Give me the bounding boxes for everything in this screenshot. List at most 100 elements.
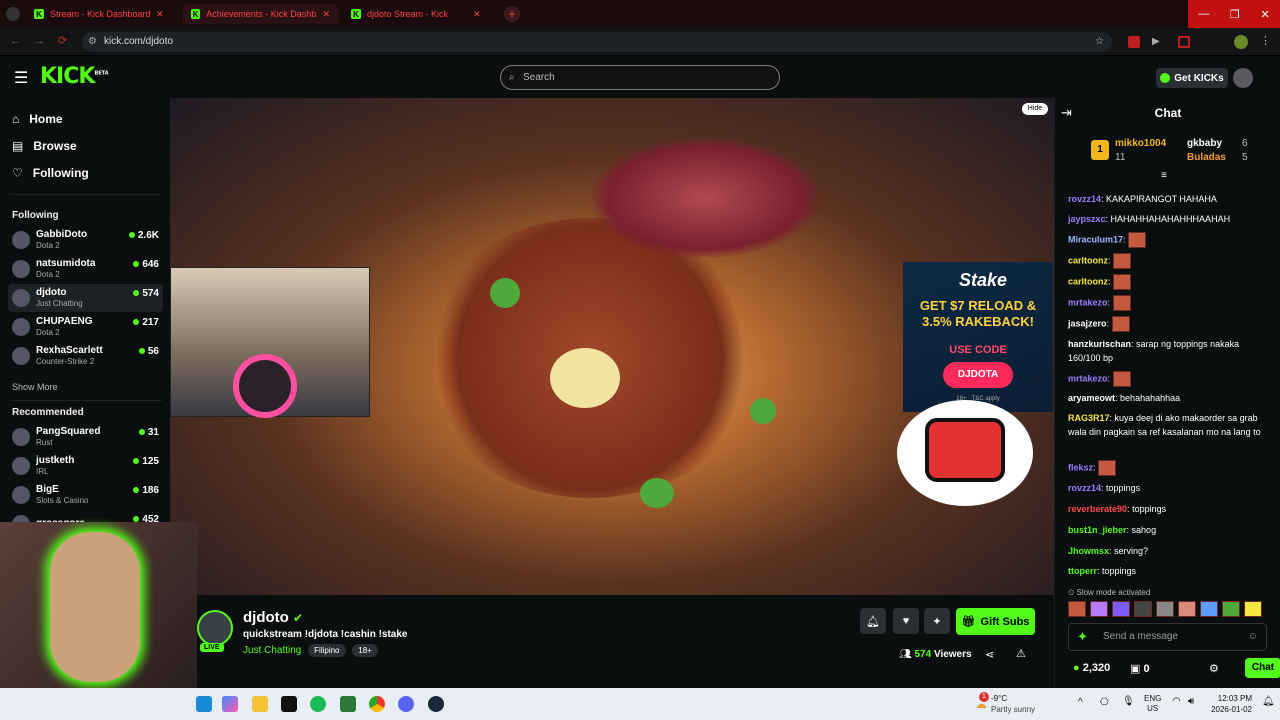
channel-item[interactable]: BigE Slots & Casino 186 [8, 481, 163, 509]
back-icon[interactable]: ← [10, 35, 21, 47]
spotify-icon[interactable] [310, 696, 326, 712]
edge-icon[interactable] [196, 696, 212, 712]
close-icon[interactable]: ✕ [473, 9, 481, 20]
channel-item[interactable]: CHUPAENG Dota 2 217 [8, 313, 163, 341]
filter-icon[interactable]: ≡ [1161, 170, 1167, 181]
browser-menu-icon[interactable] [6, 7, 20, 21]
gift-balance[interactable]: ▣ 0 [1130, 662, 1150, 675]
follow-heart-button[interactable]: ♥ [893, 608, 919, 634]
forward-icon[interactable]: → [34, 35, 45, 47]
search-input[interactable]: ⌕ Search [500, 65, 780, 90]
nav-following[interactable]: ♡ Following [12, 166, 89, 180]
emoji-icon[interactable]: ☺ [1248, 624, 1258, 650]
emote-icon[interactable] [1134, 601, 1152, 617]
language-indicator[interactable]: ENG US [1144, 694, 1161, 714]
chat-username[interactable]: Jhowmsx [1068, 546, 1109, 556]
kicks-balance[interactable]: ● 2,320 [1073, 662, 1110, 674]
channel-item[interactable]: GabbiDoto Dota 2 2.6K [8, 226, 163, 254]
share-icon[interactable]: ⋖ [985, 648, 994, 661]
extension-icon[interactable]: ▶ [1152, 36, 1160, 47]
tag[interactable]: 18+ [352, 644, 378, 657]
minimize-icon[interactable]: — [1198, 8, 1209, 20]
window-close-icon[interactable]: ✕ [1260, 8, 1269, 21]
emote-icon[interactable] [1178, 601, 1196, 617]
emote-icon[interactable] [1156, 601, 1174, 617]
chat-settings-gear-icon[interactable]: ⚙ [1209, 662, 1219, 675]
tray-chevron-icon[interactable]: ^ [1078, 697, 1083, 708]
maximize-icon[interactable]: ❐ [1230, 8, 1240, 21]
chat-username[interactable]: mrtakezo [1068, 373, 1108, 383]
close-icon[interactable]: ✕ [156, 9, 164, 20]
sparkle-button[interactable]: ✦ [924, 608, 950, 634]
category-link[interactable]: Just Chatting [243, 645, 301, 656]
chat-username[interactable]: mrtakezo [1068, 297, 1108, 307]
chat-username[interactable]: ttoperr [1068, 566, 1097, 576]
user-avatar[interactable] [1233, 68, 1253, 88]
volume-icon[interactable]: 🔊︎ [1188, 696, 1194, 707]
emote-icon[interactable] [1244, 601, 1262, 617]
chat-username[interactable]: fleksz [1068, 462, 1093, 472]
emote-icon[interactable] [1068, 601, 1086, 617]
discord-icon[interactable] [398, 696, 414, 712]
show-more-link[interactable]: Show More [12, 382, 58, 392]
steam-icon[interactable] [428, 696, 444, 712]
tiktok-icon[interactable] [281, 696, 297, 712]
tag[interactable]: Filipino [308, 644, 346, 657]
channel-item[interactable]: djdoto Just Chatting 574 [8, 284, 163, 312]
send-chat-button[interactable]: Chat [1245, 658, 1280, 678]
chat-username[interactable]: aryameowt [1068, 393, 1115, 403]
chat-username[interactable]: rovzz14 [1068, 194, 1101, 204]
chat-username[interactable]: Miraculum17 [1068, 234, 1123, 244]
hide-overlay-button[interactable]: Hide [1022, 103, 1048, 115]
report-icon[interactable]: ⚠ [1016, 647, 1026, 660]
bookmark-star-icon[interactable]: ☆ [1095, 32, 1104, 52]
notifications-bell-button[interactable]: 🔔︎ [860, 608, 886, 634]
chat-username[interactable]: carltoonz [1068, 276, 1108, 286]
emote-icon[interactable] [1200, 601, 1218, 617]
nav-browse[interactable]: ▤ Browse [12, 139, 77, 153]
chat-username[interactable]: carltoonz [1068, 255, 1108, 265]
hamburger-menu-icon[interactable]: ☰ [14, 68, 28, 88]
file-explorer-icon[interactable] [252, 696, 268, 712]
app-icon[interactable] [340, 696, 356, 712]
chat-username[interactable]: bust1n_jieber [1068, 525, 1127, 535]
channel-item[interactable]: PangSquared Rust 31 [8, 423, 163, 451]
chat-username[interactable]: jaypszxc [1068, 214, 1106, 224]
reload-icon[interactable]: ⟳ [58, 34, 67, 47]
extension-icon[interactable] [1128, 36, 1140, 48]
gamepad-icon[interactable]: ⎔ [1100, 697, 1109, 708]
browser-tab-2[interactable]: K Achievements - Kick Dashboard ✕ [183, 4, 338, 24]
browser-menu-dots-icon[interactable]: ⋮ [1260, 34, 1271, 47]
channel-item[interactable]: RexhaScarlett Counter-Strike 2 56 [8, 342, 163, 370]
microphone-icon[interactable]: 🎙︎ [1122, 696, 1135, 707]
clock[interactable]: 12:03 PM 2026-01-02 [1208, 693, 1252, 715]
streamer-avatar[interactable] [197, 610, 233, 646]
new-tab-button[interactable]: + [504, 6, 520, 22]
chat-message-input[interactable]: ✦ Send a message ☺ [1068, 623, 1267, 651]
profile-avatar-icon[interactable] [1234, 35, 1248, 49]
copilot-icon[interactable] [222, 696, 238, 712]
emote-icon[interactable] [1222, 601, 1240, 617]
channel-item[interactable]: natsumidota Dota 2 646 [8, 255, 163, 283]
emote-icon[interactable] [1090, 601, 1108, 617]
site-info-icon[interactable]: ⚙ [88, 32, 97, 52]
get-kicks-button[interactable]: Get KICKs [1156, 68, 1228, 88]
chat-username[interactable]: rovzz14 [1068, 483, 1101, 493]
notifications-icon[interactable]: 🔔︎ [1262, 696, 1275, 707]
kick-logo[interactable]: KICKBETA [40, 64, 109, 89]
gift-subs-button[interactable]: 🎁︎ Gift Subs [956, 608, 1035, 635]
chat-username[interactable]: RAG3R17 [1068, 413, 1110, 423]
wifi-icon[interactable]: ◠ [1172, 696, 1181, 707]
chat-username[interactable]: hanzkurischan [1068, 339, 1131, 349]
chat-username[interactable]: reverberate90 [1068, 504, 1127, 514]
url-field[interactable]: ⚙ kick.com/djdoto ☆ [82, 32, 1112, 52]
nav-home[interactable]: ⌂ Home [12, 112, 63, 126]
close-icon[interactable]: ✕ [322, 9, 330, 20]
browser-tab-1[interactable]: K Stream - Kick Dashboard ✕ [26, 4, 176, 24]
chat-username[interactable]: jasajzero [1068, 318, 1107, 328]
extension-icon[interactable] [1178, 36, 1190, 48]
chrome-icon[interactable] [369, 696, 385, 712]
channel-item[interactable]: justketh IRL 125 [8, 452, 163, 480]
browser-tab-3[interactable]: K djdoto Stream - Kick ✕ [343, 4, 493, 24]
weather-widget[interactable]: 1 ☁ -9°C Partly sunny [975, 692, 1035, 715]
